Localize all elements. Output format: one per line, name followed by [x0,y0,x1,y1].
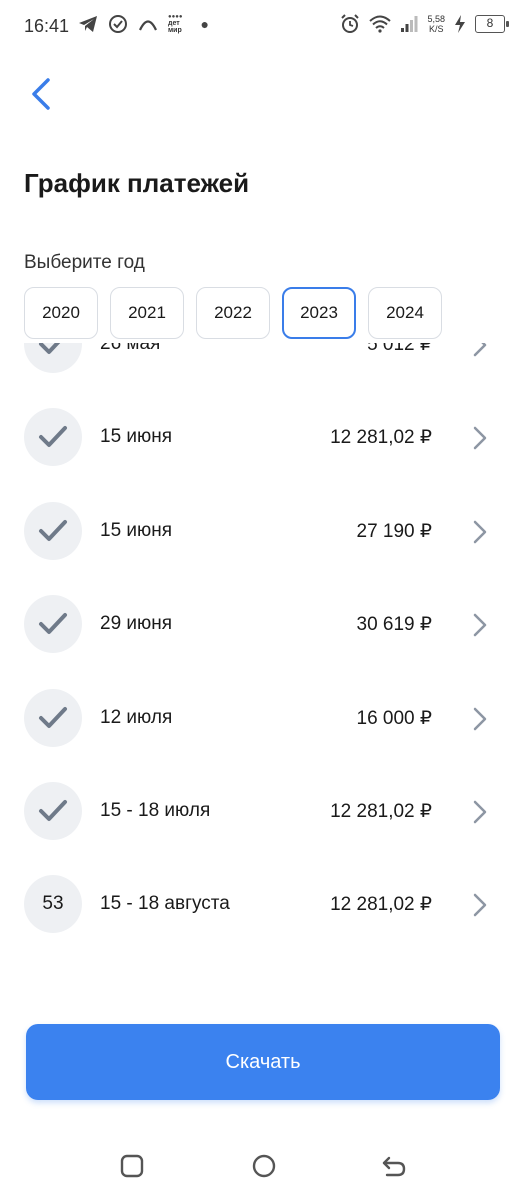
year-chip-2024[interactable]: 2024 [368,287,442,339]
alarm-icon [341,14,360,33]
payment-amount: 16 000 ₽ [356,708,432,729]
chevron-right-icon [473,426,487,450]
paid-status-badge [24,343,82,373]
chevron-right-icon [473,800,487,824]
status-system-icons: 5,58 K/S 8 [340,14,509,34]
status-bar: 16:41 ●●●● дет мир ● 5,58 K/S 8 [0,0,527,52]
chevron-right-icon [473,520,487,544]
payment-date: 26 мая [100,343,161,354]
system-nav-bar [0,1130,527,1200]
detmir-icon: ●●●● дет мир [168,14,183,34]
year-selector: 2020 2021 2022 2023 2024 [24,287,442,339]
payment-date: 15 - 18 июля [100,800,211,821]
year-chip-2022[interactable]: 2022 [196,287,270,339]
payment-amount: 5 012 ₽ [367,343,432,355]
paid-status-badge [24,782,82,840]
check-icon [39,520,67,541]
payment-row[interactable]: 12 июля 16 000 ₽ [0,671,527,765]
payment-row[interactable]: 15 июня 12 281,02 ₽ [0,390,527,484]
check-icon [39,613,67,634]
payment-row[interactable]: 29 июня 30 619 ₽ [0,577,527,671]
payment-number-badge: 53 [24,875,82,933]
chevron-right-icon [473,707,487,731]
payment-row[interactable]: 15 - 18 июля 12 281,02 ₽ [0,764,527,858]
payment-date: 12 июля [100,707,173,728]
year-chip-2021[interactable]: 2021 [110,287,184,339]
payment-amount: 12 281,02 ₽ [330,894,432,915]
status-time: 16:41 [24,16,70,36]
download-button[interactable]: Скачать [26,1024,500,1100]
back-nav-icon[interactable] [380,1152,408,1180]
telegram-icon [79,16,97,32]
paid-status-badge [24,595,82,653]
arc-icon [139,20,157,31]
status-notification-icons: ●●●● дет мир ● [78,14,209,34]
recent-apps-icon[interactable] [118,1152,146,1180]
page-title: График платежей [24,168,250,198]
year-chip-2023[interactable]: 2023 [282,287,356,339]
year-chip-2020[interactable]: 2020 [24,287,98,339]
paid-status-badge [24,689,82,747]
signal-icon [401,16,418,32]
check-icon [39,343,61,354]
net-speed: 5,58 K/S [427,14,445,34]
paid-status-badge [24,502,82,560]
payment-date: 15 июня [100,520,173,541]
check-icon [39,800,67,821]
chevron-right-icon [473,613,487,637]
timer-check-icon [109,15,127,33]
chevron-right-icon [473,343,487,357]
charging-icon [455,15,465,33]
check-icon [39,426,67,447]
payment-amount: 27 190 ₽ [356,521,432,542]
check-icon [39,707,67,728]
home-icon[interactable] [250,1152,278,1180]
payment-amount: 12 281,02 ₽ [330,801,432,822]
payment-amount: 12 281,02 ₽ [330,427,432,448]
payment-amount: 30 619 ₽ [356,614,432,635]
payment-row[interactable]: 26 мая 5 012 ₽ [0,343,527,391]
back-button[interactable] [22,72,62,116]
year-select-label: Выберите год [24,252,145,273]
wifi-icon [369,15,392,33]
payment-date: 29 июня [100,613,173,634]
payment-row[interactable]: 15 июня 27 190 ₽ [0,484,527,578]
chevron-right-icon [473,893,487,917]
payment-date: 15 июня [100,426,173,447]
payment-list: 26 мая 5 012 ₽ 15 июня 12 281,02 ₽ 15 ию… [0,343,527,1000]
paid-status-badge [24,408,82,466]
payment-date: 15 - 18 августа [100,893,230,914]
chevron-left-icon [32,78,50,110]
battery-icon: 8 [475,15,509,33]
dot-icon: ● [200,16,209,32]
payment-row[interactable]: 53 15 - 18 августа 12 281,02 ₽ [0,857,527,951]
